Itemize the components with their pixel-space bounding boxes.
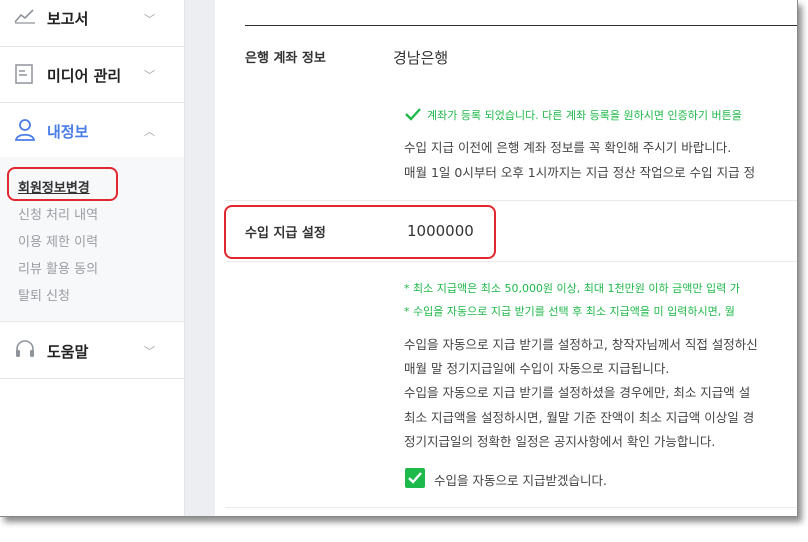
media-icon	[14, 64, 34, 88]
sidebar: 보고서 ﹀ 미디어 관리 ﹀ 내정보 ︿ 회원정보변경 신청 처리 내역 이용 …	[0, 0, 185, 516]
sidebar-item-help[interactable]: 도움말 ﹀	[0, 322, 184, 379]
divider	[225, 507, 797, 508]
submenu-item-restriction-history[interactable]: 이용 제한 이력	[18, 231, 98, 250]
sidebar-item-label: 보고서	[47, 10, 89, 28]
sidebar-item-media[interactable]: 미디어 관리 ﹀	[0, 46, 184, 103]
main-content: 은행 계좌 정보 경남은행 계좌가 등록 되었습니다. 다른 계좌 등록을 원하…	[215, 0, 797, 516]
chevron-down-icon: ﹀	[144, 13, 155, 26]
bank-registered-message: 계좌가 등록 되었습니다. 다른 계좌 등록을 원하시면 인증하기 버튼을	[427, 109, 742, 122]
sidebar-item-label: 도움말	[47, 343, 89, 361]
bank-note: 매월 1일 0시부터 오후 1시까지는 지급 정산 작업으로 수입 지급 정	[404, 165, 756, 180]
payout-note: 정기지급일의 정확한 일정은 공지사항에서 확인 가능합니다.	[404, 434, 716, 449]
sidebar-item-reports[interactable]: 보고서 ﹀	[0, 0, 184, 47]
chevron-up-icon: ︿	[144, 125, 155, 138]
payout-note: 최소 지급액을 설정하시면, 월말 기준 잔액이 최소 지급액 이상일 경	[404, 410, 755, 425]
auto-payout-label[interactable]: 수입을 자동으로 지급받겠습니다.	[434, 470, 607, 489]
sidebar-item-myinfo[interactable]: 내정보 ︿	[0, 102, 184, 159]
bank-account-label: 은행 계좌 정보	[245, 51, 326, 66]
app-window: 보고서 ﹀ 미디어 관리 ﹀ 내정보 ︿ 회원정보변경 신청 처리 내역 이용 …	[0, 0, 798, 517]
gutter	[185, 0, 215, 516]
highlight-box	[224, 205, 496, 259]
user-icon	[14, 118, 36, 146]
payout-green-note: * 수입을 자동으로 지급 받기를 선택 후 최소 지급액을 미 입력하시면, …	[404, 305, 735, 318]
bank-note: 수입 지급 이전에 은행 계좌 정보를 꼭 확인해 주시기 바랍니다.	[404, 140, 732, 155]
headset-icon	[14, 339, 36, 365]
highlight-box	[7, 167, 118, 201]
chevron-down-icon: ﹀	[144, 345, 155, 358]
checkmark-icon	[408, 472, 422, 484]
check-icon	[404, 106, 422, 125]
sidebar-item-label: 미디어 관리	[47, 67, 122, 85]
payout-note: 매월 말 정기지급일에 수입이 자동으로 지급됩니다.	[404, 361, 670, 376]
payout-note: 수입을 자동으로 지급 받기를 설정하고, 창작자님께서 직접 설정하신	[404, 337, 758, 352]
divider	[225, 261, 797, 262]
submenu-item-request-history[interactable]: 신청 처리 내역	[18, 204, 98, 223]
submenu-item-review-consent[interactable]: 리뷰 활용 동의	[18, 258, 98, 277]
divider	[225, 200, 797, 201]
sidebar-item-label: 내정보	[47, 123, 89, 141]
divider	[245, 25, 797, 26]
payout-green-note: * 최소 지급액은 최소 50,000원 이상, 최대 1천만원 이하 금액만 …	[404, 282, 740, 295]
chart-line-icon	[14, 8, 36, 28]
chevron-down-icon: ﹀	[144, 69, 155, 82]
submenu-item-withdraw[interactable]: 탈퇴 신청	[18, 285, 70, 304]
payout-note: 수입을 자동으로 지급 받기를 설정하셨을 경우에만, 최소 지급액 설	[404, 385, 751, 400]
bank-name-value: 경남은행	[393, 49, 449, 67]
auto-payout-checkbox[interactable]	[405, 468, 425, 488]
